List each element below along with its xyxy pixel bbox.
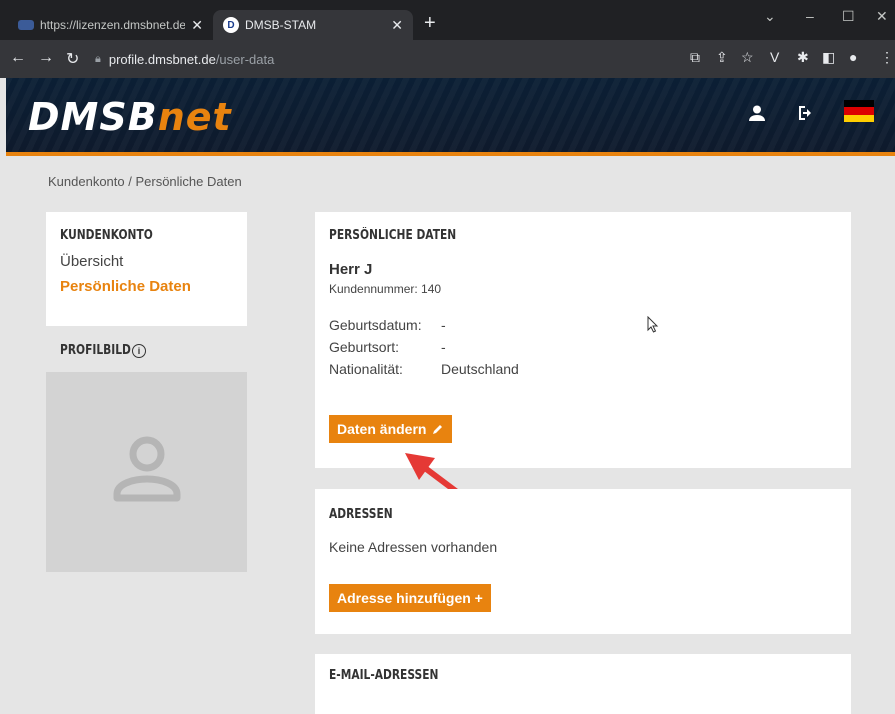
customer-number: Kundennummer: 140 <box>329 282 442 296</box>
maximize-icon[interactable]: ☐ <box>842 8 855 25</box>
german-flag-icon[interactable] <box>844 100 874 122</box>
site-header: DMSBnet <box>6 78 895 156</box>
extensions-puzzle-icon[interactable]: ✱ <box>797 49 809 66</box>
sidebar-item-persoenliche-daten[interactable]: Persönliche Daten <box>60 278 233 295</box>
bookmark-star-icon[interactable]: ☆ <box>741 49 754 66</box>
close-tab-icon[interactable]: ✕ <box>191 17 203 34</box>
avatar-placeholder-icon <box>113 436 180 502</box>
edit-data-label: Daten ändern <box>337 421 427 437</box>
address-bar[interactable]: 🔒︎ profile.dmsbnet.de/user-data <box>95 48 655 70</box>
edit-data-button[interactable]: Daten ändern <box>329 415 453 443</box>
profile-picture-title: PROFILBILD <box>60 343 131 358</box>
install-app-icon[interactable]: ⧉ <box>690 49 700 66</box>
side-panel-icon[interactable]: ◧ <box>822 49 835 66</box>
field-birthplace: Geburtsort: - <box>329 339 446 355</box>
close-tab-icon[interactable]: ✕ <box>391 17 403 34</box>
profile-icon[interactable]: ● <box>849 49 857 65</box>
lock-icon: 🔒︎ <box>95 52 101 65</box>
browser-tab-dmsb-stam[interactable]: D DMSB-STAM ✕ <box>213 10 413 40</box>
dmsb-favicon-icon: D <box>223 17 239 33</box>
sidebar-title: KUNDENKONTO <box>60 228 153 243</box>
reload-icon[interactable]: ↻ <box>66 49 79 69</box>
addresses-title: ADRESSEN <box>329 507 393 522</box>
dmsbnet-logo[interactable]: DMSBnet <box>28 95 232 139</box>
email-addresses-title: E-MAIL-ADRESSEN <box>329 668 439 683</box>
menu-kebab-icon[interactable]: ⋮ <box>880 49 894 66</box>
personal-fields: Geburtsdatum: - Geburtsort: - Nationalität… <box>329 314 837 380</box>
url-host: profile.dmsbnet.de <box>108 51 216 67</box>
field-nationality: Nationalität: Deutschland <box>329 361 519 377</box>
user-icon[interactable] <box>748 104 766 122</box>
vivaldi-extension-icon[interactable]: V <box>770 49 779 65</box>
no-addresses-text: Keine Adressen vorhanden <box>329 539 498 555</box>
add-address-button[interactable]: Adresse hinzufügen + <box>329 584 491 612</box>
field-birthdate: Geburtsdatum: - <box>329 317 446 333</box>
tab-title: https://lizenzen.dmsbnet.de/licen <box>40 18 186 32</box>
new-tab-button[interactable]: + <box>424 13 436 33</box>
customer-name: Herr J <box>329 261 373 278</box>
browser-tab-lizenzen[interactable]: https://lizenzen.dmsbnet.de/licen ✕ <box>8 10 213 40</box>
minimize-icon[interactable]: – <box>806 8 814 24</box>
profile-picture-placeholder[interactable] <box>46 372 247 572</box>
tab-title: DMSB-STAM <box>245 18 317 32</box>
breadcrumb[interactable]: Kundenkonto / Persönliche Daten <box>48 174 242 189</box>
close-window-icon[interactable]: ✕ <box>876 8 888 25</box>
back-icon[interactable]: ← <box>10 49 26 67</box>
tab-search-icon[interactable]: ⌄ <box>764 8 776 25</box>
email-addresses-card: E-MAIL-ADRESSEN <box>315 654 851 714</box>
personal-data-title: PERSÖNLICHE DATEN <box>329 228 457 243</box>
profile-picture-heading: PROFILBILD i <box>60 343 146 358</box>
browser-toolbar: ← → ↻ 🔒︎ profile.dmsbnet.de/user-data ⧉ … <box>0 40 895 78</box>
mouse-cursor-icon <box>647 316 659 333</box>
personal-data-card: PERSÖNLICHE DATEN Herr J Kundennummer: 1… <box>315 212 851 468</box>
addresses-card: ADRESSEN Keine Adressen vorhanden Adress… <box>315 489 851 634</box>
sidebar-account-card: KUNDENKONTO Übersicht Persönliche Daten <box>46 212 247 326</box>
info-icon[interactable]: i <box>132 343 146 358</box>
sidebar-item-uebersicht[interactable]: Übersicht <box>60 253 233 270</box>
forward-icon[interactable]: → <box>38 49 54 67</box>
logout-icon[interactable] <box>797 104 815 122</box>
browser-tab-bar: https://lizenzen.dmsbnet.de/licen ✕ D DM… <box>0 0 895 40</box>
pencil-icon <box>433 425 443 434</box>
share-icon[interactable]: ⇪ <box>716 49 728 66</box>
site-favicon-icon <box>18 20 34 30</box>
url-path: /user-data <box>215 51 275 67</box>
